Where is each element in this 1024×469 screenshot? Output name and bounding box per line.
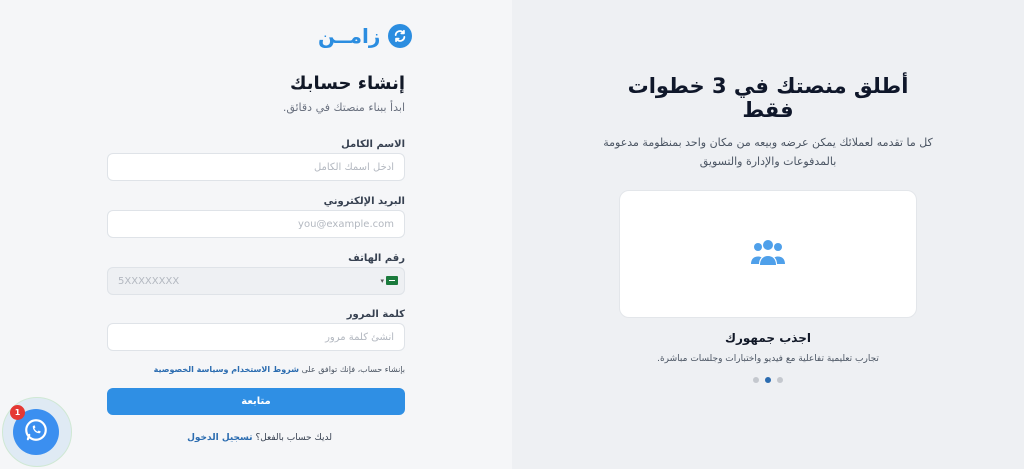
continue-button[interactable]: متابعة bbox=[107, 388, 405, 415]
feature-description: تجارب تعليمية تفاعلية مع فيديو واختبارات… bbox=[657, 354, 879, 364]
carousel-dots bbox=[753, 377, 783, 383]
phone-input[interactable] bbox=[108, 268, 378, 294]
login-link[interactable]: تسجيل الدخول bbox=[187, 433, 252, 443]
email-input[interactable] bbox=[107, 210, 405, 238]
phone-field: ▾ bbox=[107, 267, 405, 295]
carousel-dot[interactable] bbox=[777, 377, 783, 383]
brand-name: زامــن bbox=[318, 24, 381, 48]
country-dropdown-caret-icon[interactable]: ▾ bbox=[380, 277, 384, 285]
feature-card bbox=[619, 190, 917, 318]
terms-prefix: بإنشاء حساب، فإنك توافق على bbox=[301, 365, 405, 374]
password-input[interactable] bbox=[107, 323, 405, 351]
whatsapp-icon bbox=[23, 417, 49, 447]
password-label: كلمة المرور bbox=[346, 309, 405, 320]
hero-title: أطلق منصتك في 3 خطوات فقط bbox=[627, 74, 909, 122]
full-name-label: الاسم الكامل bbox=[341, 139, 405, 150]
saudi-flag-icon[interactable] bbox=[386, 276, 398, 285]
terms-notice: بإنشاء حساب، فإنك توافق على شروط الاستخد… bbox=[154, 365, 405, 374]
feature-title: اجذب جمهورك bbox=[725, 331, 811, 345]
login-prompt: لديك حساب بالفعل؟ تسجيل الدخول bbox=[187, 433, 332, 443]
users-group-icon bbox=[751, 238, 785, 270]
phone-label: رقم الهاتف bbox=[348, 253, 405, 264]
full-name-input[interactable] bbox=[107, 153, 405, 181]
refresh-logo-icon bbox=[388, 24, 413, 48]
hero-subtitle: كل ما تقدمه لعملائك يمكن عرضه وبيعه من م… bbox=[603, 136, 933, 168]
terms-link[interactable]: شروط الاستخدام وسياسة الخصوصية bbox=[154, 365, 299, 374]
brand-logo[interactable]: زامــن bbox=[318, 24, 413, 48]
carousel-dot[interactable] bbox=[753, 377, 759, 383]
signup-panel: زامــن إنشاء حسابك ابدأ ببناء منصتك في د… bbox=[0, 0, 512, 469]
email-label: البريد الإلكتروني bbox=[323, 196, 405, 207]
whatsapp-badge: 1 bbox=[10, 405, 25, 420]
login-prompt-text: لديك حساب بالفعل؟ bbox=[255, 433, 332, 443]
form-subtitle: ابدأ ببناء منصتك في دقائق. bbox=[282, 101, 405, 114]
carousel-dot-active[interactable] bbox=[765, 377, 771, 383]
form-title: إنشاء حسابك bbox=[289, 73, 405, 94]
